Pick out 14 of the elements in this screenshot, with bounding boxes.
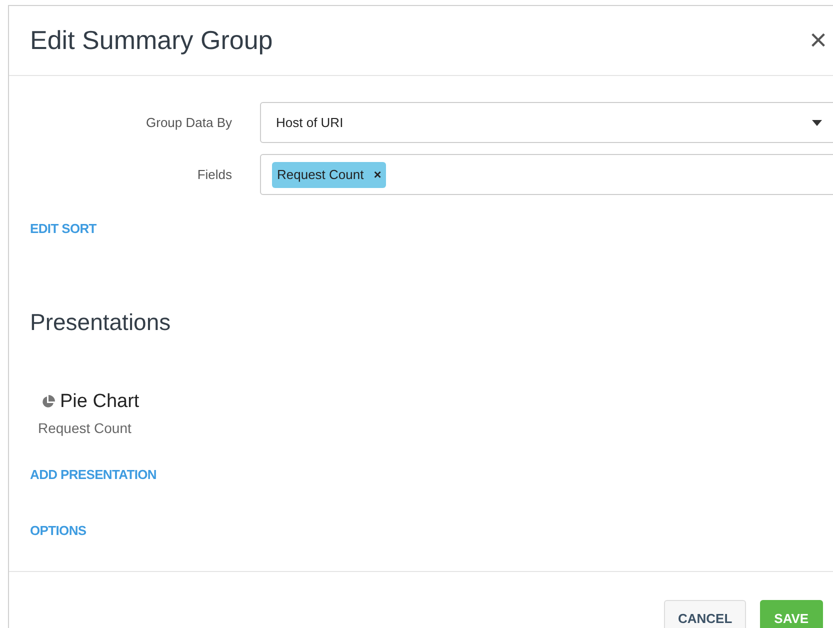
- tag-remove-button[interactable]: ×: [374, 168, 382, 181]
- fields-input[interactable]: Request Count ×: [260, 154, 833, 195]
- caret-icon: [812, 120, 822, 126]
- cancel-button[interactable]: CANCEL: [664, 600, 746, 628]
- pie-chart-icon: [41, 394, 55, 409]
- presentation-subtitle: Request Count: [37, 419, 132, 438]
- group-by-select[interactable]: Host of URI: [260, 102, 833, 143]
- section-heading: Presentations: [30, 308, 172, 337]
- field-label: Group Data By: [145, 114, 232, 132]
- tag-label: Request Count: [277, 166, 364, 184]
- presentation-title: Pie Chart: [60, 390, 140, 414]
- close-button[interactable]: ×: [809, 26, 827, 56]
- dialog-title: Edit Summary Group: [30, 24, 273, 57]
- field-label: Fields: [196, 166, 232, 184]
